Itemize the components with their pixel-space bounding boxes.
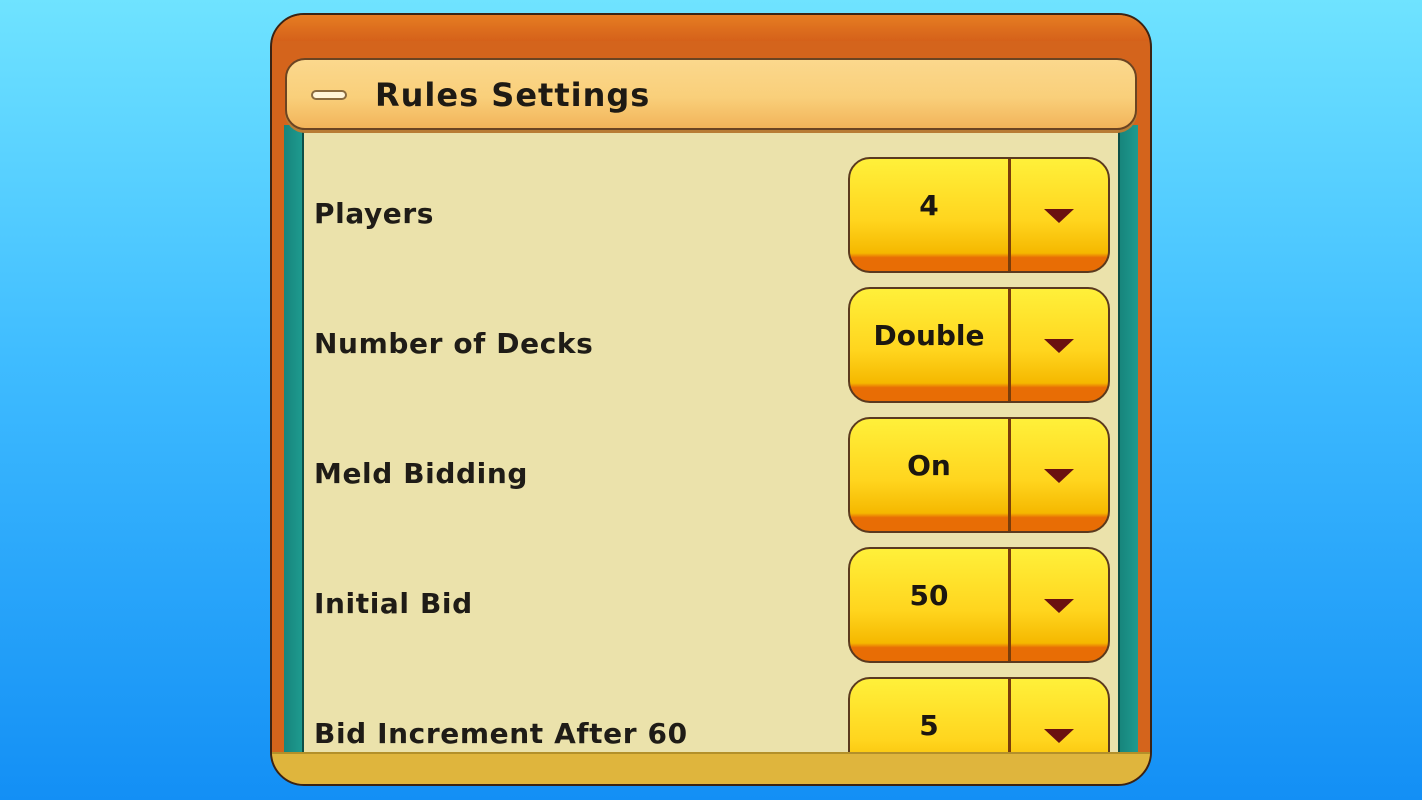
initial-bid-dropdown[interactable]: 50 <box>848 547 1110 663</box>
setting-label: Players <box>314 197 435 230</box>
dropdown-value: 5 <box>919 709 939 742</box>
frame-bottom-bar <box>272 752 1150 784</box>
chevron-down-icon[interactable] <box>1044 469 1074 483</box>
setting-row-decks: Number of Decks Double <box>304 285 1118 415</box>
dropdown-divider <box>1008 549 1011 661</box>
chevron-down-icon[interactable] <box>1044 339 1074 353</box>
frame-right-trim <box>1118 125 1138 758</box>
dropdown-value: 4 <box>919 189 939 222</box>
dropdown-value: On <box>907 449 951 482</box>
minus-icon[interactable] <box>311 90 347 100</box>
dropdown-divider <box>1008 289 1011 401</box>
panel-header[interactable]: Rules Settings <box>285 58 1137 130</box>
number-of-decks-dropdown[interactable]: Double <box>848 287 1110 403</box>
setting-row-initial-bid: Initial Bid 50 <box>304 545 1118 675</box>
chevron-down-icon[interactable] <box>1044 599 1074 613</box>
chevron-down-icon[interactable] <box>1044 209 1074 223</box>
setting-label: Initial Bid <box>314 587 473 620</box>
panel-title: Rules Settings <box>375 76 651 114</box>
setting-row-players: Players 4 <box>304 155 1118 285</box>
dropdown-divider <box>1008 679 1011 756</box>
frame-left-trim <box>284 125 304 758</box>
setting-row-meld-bidding: Meld Bidding On <box>304 415 1118 545</box>
dropdown-value: 50 <box>909 579 949 612</box>
chevron-down-icon[interactable] <box>1044 729 1074 743</box>
dropdown-divider <box>1008 419 1011 531</box>
setting-row-bid-increment: Bid Increment After 60 5 <box>304 675 1118 756</box>
meld-bidding-dropdown[interactable]: On <box>848 417 1110 533</box>
setting-label: Bid Increment After 60 <box>314 717 688 750</box>
settings-list[interactable]: Players 4 Number of Decks Double Meld Bi… <box>304 133 1118 756</box>
players-dropdown[interactable]: 4 <box>848 157 1110 273</box>
frame-top-band <box>272 15 1150 41</box>
setting-label: Number of Decks <box>314 327 594 360</box>
bid-increment-dropdown[interactable]: 5 <box>848 677 1110 756</box>
dropdown-value: Double <box>873 319 985 352</box>
setting-label: Meld Bidding <box>314 457 529 490</box>
dropdown-divider <box>1008 159 1011 271</box>
